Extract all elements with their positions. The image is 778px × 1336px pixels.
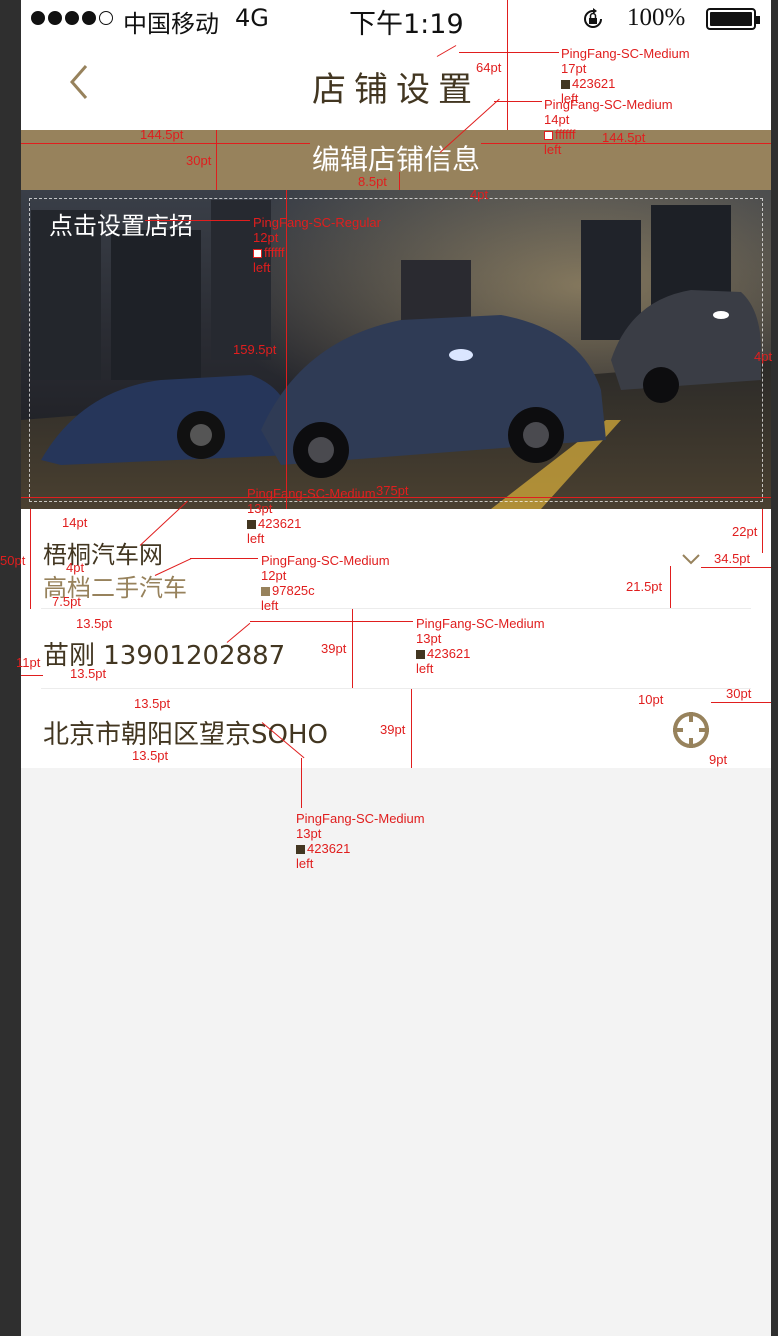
dim-label: 144.5pt bbox=[140, 127, 184, 142]
dim-label: 4pt bbox=[754, 349, 773, 364]
dim-label: 50pt bbox=[0, 553, 26, 568]
carrier-name: 中国移动 bbox=[123, 10, 219, 38]
dim-label: 13.5pt bbox=[76, 616, 113, 631]
store-banner[interactable]: 点击设置店招 bbox=[21, 190, 771, 509]
signal-dot bbox=[48, 11, 62, 25]
dim-label: 4pt bbox=[470, 187, 489, 202]
dim-label: 159.5pt bbox=[233, 342, 277, 357]
battery-percent: 100% bbox=[627, 4, 686, 31]
dim-label: 11pt bbox=[16, 655, 41, 670]
font-spec: PingFang-SC-Regular 12pt ffffff left bbox=[253, 215, 381, 275]
signal-dot bbox=[31, 11, 45, 25]
dim-label: 13.5pt bbox=[134, 696, 171, 711]
font-spec: PingFang-SC-Medium 13pt 423621 left bbox=[296, 811, 425, 871]
phone-screen: 中国移动 4G 下午1:19 100% 店铺设置 编辑店铺信息 点击设置店招 梧… bbox=[21, 0, 771, 1336]
dim-label: 4pt bbox=[66, 560, 85, 575]
signal-dot bbox=[65, 11, 79, 25]
dim-label: 13.5pt bbox=[132, 748, 169, 763]
font-spec: PingFang-SC-Medium 13pt 423621 left bbox=[247, 486, 376, 546]
location-target-icon[interactable] bbox=[671, 710, 711, 750]
dim-label: 8.5pt bbox=[358, 174, 387, 189]
dim-label: 14pt bbox=[62, 515, 88, 530]
dim-label: 21.5pt bbox=[626, 579, 663, 594]
dim-label: 144.5pt bbox=[602, 130, 646, 145]
font-spec: PingFang-SC-Medium 13pt 423621 left bbox=[416, 616, 545, 676]
dim-label: 64pt bbox=[476, 60, 502, 75]
dim-label: 9pt bbox=[709, 752, 728, 767]
dim-label: 30pt bbox=[186, 153, 212, 168]
dim-label: 30pt bbox=[726, 686, 752, 701]
status-time: 下午1:19 bbox=[349, 9, 464, 40]
signal-dot bbox=[99, 11, 113, 25]
banner-hint-label: 点击设置店招 bbox=[49, 212, 193, 240]
dim-label: 34.5pt bbox=[714, 551, 751, 566]
dim-label: 7.5pt bbox=[52, 594, 81, 609]
dim-label: 10pt bbox=[638, 692, 664, 707]
font-spec: PingFang-SC-Medium 12pt 97825c left bbox=[261, 553, 390, 613]
store-address: 北京市朝阳区望京SOHO bbox=[43, 720, 328, 750]
rotation-lock-icon bbox=[584, 8, 602, 28]
shop-name-row[interactable]: 梧桐汽车网 高档二手汽车 bbox=[21, 509, 771, 609]
signal-dot bbox=[82, 11, 96, 25]
banner-tap-area bbox=[29, 198, 763, 502]
network-type: 4G bbox=[235, 4, 269, 32]
dim-label: 22pt bbox=[732, 524, 758, 539]
status-bar: 中国移动 4G 下午1:19 100% bbox=[21, 0, 771, 40]
font-spec: PingFang-SC-Medium 14pt ffffff left bbox=[544, 97, 673, 157]
chevron-down-icon[interactable] bbox=[681, 549, 701, 569]
dim-label: 39pt bbox=[380, 722, 406, 737]
dim-label: 13.5pt bbox=[70, 666, 107, 681]
battery-icon bbox=[706, 8, 760, 30]
dim-label: 39pt bbox=[321, 641, 347, 656]
signal-strength bbox=[31, 11, 113, 25]
dim-label: 375pt bbox=[376, 483, 409, 498]
